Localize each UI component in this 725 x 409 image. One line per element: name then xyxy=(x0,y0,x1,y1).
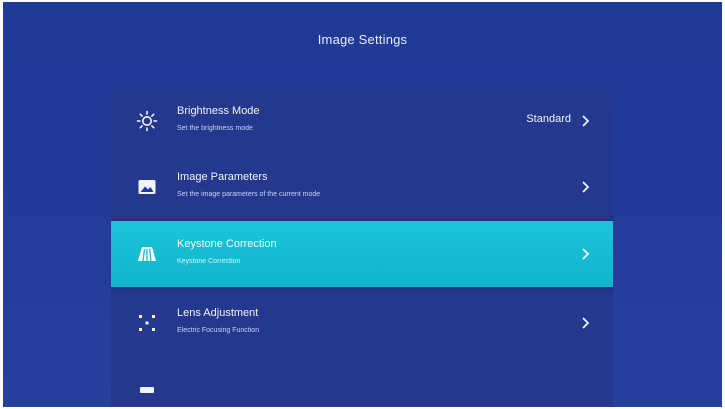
menu-item-value: Standard xyxy=(526,113,571,125)
chevron-right-icon xyxy=(582,115,590,127)
screen: Image Settings Brightness Mode Set the b… xyxy=(3,2,722,407)
menu-item-title: Image Parameters xyxy=(177,171,268,183)
menu-item-keystone-correction[interactable]: Keystone Correction Keystone Correction xyxy=(111,221,613,287)
settings-panel: Brightness Mode Set the brightness mode … xyxy=(111,88,613,407)
lens-icon xyxy=(139,315,155,331)
menu-item-lens-adjustment[interactable]: Lens Adjustment Electric Focusing Functi… xyxy=(111,290,613,356)
page-title: Image Settings xyxy=(317,32,408,47)
menu-item-title: Keystone Correction xyxy=(177,238,277,250)
chevron-right-icon xyxy=(582,317,590,329)
image-icon xyxy=(138,180,156,194)
menu-item-image-parameters[interactable]: Image Parameters Set the image parameter… xyxy=(111,154,613,220)
brightness-icon xyxy=(136,110,158,132)
menu-item-title: Brightness Mode xyxy=(177,105,260,117)
display-icon xyxy=(140,387,154,393)
chevron-right-icon xyxy=(582,181,590,193)
menu-item-subtitle: Electric Focusing Function xyxy=(177,327,260,334)
chevron-right-icon xyxy=(582,248,590,260)
menu-item-title: Lens Adjustment xyxy=(177,307,259,319)
keystone-icon xyxy=(138,247,156,262)
menu-item-brightness-mode[interactable]: Brightness Mode Set the brightness mode … xyxy=(111,88,613,154)
menu-item-subtitle: Set the brightness mode xyxy=(177,125,253,132)
menu-item-partial[interactable] xyxy=(111,371,613,407)
menu-item-subtitle: Keystone Correction xyxy=(177,258,241,265)
menu-item-subtitle: Set the image parameters of the current … xyxy=(177,191,321,198)
